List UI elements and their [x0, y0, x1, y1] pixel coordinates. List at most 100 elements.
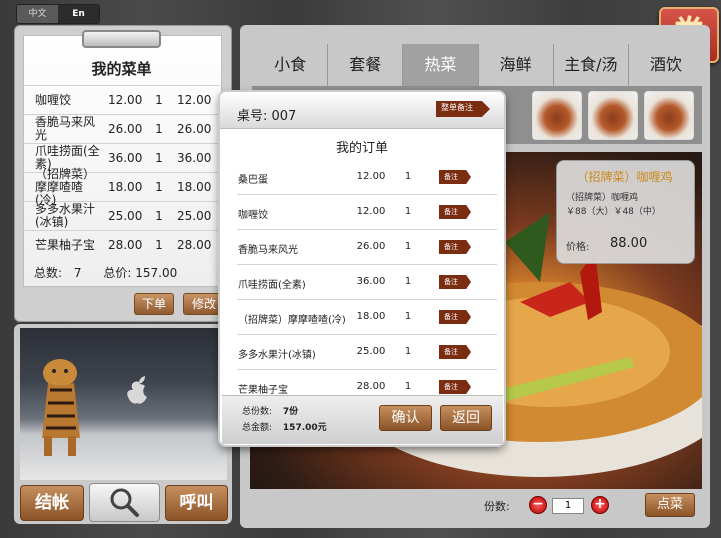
menu-row-qty: 1	[155, 122, 163, 136]
order-row-qty: 1	[404, 206, 412, 217]
checkout-button[interactable]: 结帐	[20, 485, 84, 521]
menu-row-price: 12.00	[107, 93, 143, 107]
order-row-note-button[interactable]: 备注	[439, 275, 471, 289]
tiger-wallpaper-image	[20, 328, 227, 480]
order-row-price: 28.00	[356, 381, 386, 392]
menu-list: 咖喱饺 12.00 1 12.00 香脆马来风光 26.00 1 26.00 爪…	[23, 85, 220, 259]
menu-row: （招牌菜）摩摩喳喳(冷) 18.00 1 18.00	[23, 167, 220, 206]
order-row-qty: 1	[404, 311, 412, 322]
order-row-price: 18.00	[356, 311, 386, 322]
menu-summary: 总数: 7 总价: 157.00	[34, 264, 177, 281]
dish-title: （招牌菜）咖喱鸡	[576, 170, 673, 184]
dish-price-label: 价格:	[566, 242, 590, 253]
lang-en-button[interactable]: En	[58, 5, 99, 23]
search-icon	[110, 488, 139, 517]
order-total: 总金额: 157.00元	[242, 420, 327, 433]
back-button[interactable]: 返回	[440, 405, 492, 431]
order-row-qty: 1	[404, 346, 412, 357]
tab-hot-dishes[interactable]: 热菜	[403, 44, 479, 86]
increase-quantity-button[interactable]: +	[591, 496, 609, 514]
decrease-quantity-button[interactable]: −	[529, 496, 547, 514]
tiger-icon	[42, 359, 147, 456]
order-row-name: 桑巴蛋	[238, 175, 268, 186]
order-list: 桑巴蛋 12.00 1 备注 咖喱饺 12.00 1 备注 香脆马来风光 26.…	[237, 160, 497, 404]
order-row-qty: 1	[404, 276, 412, 287]
menu-total-label: 总价:	[103, 266, 132, 280]
menu-row-qty: 1	[155, 151, 163, 165]
dish-thumbnail[interactable]	[644, 91, 694, 140]
confirm-button[interactable]: 确认	[379, 405, 432, 431]
menu-count-label: 总数:	[34, 266, 63, 280]
order-row: 香脆马来风光 26.00 1 备注	[237, 230, 497, 265]
menu-title: 我的菜单	[91, 60, 152, 78]
table-number: 桌号: 007	[237, 109, 297, 124]
order-row-price: 12.00	[356, 206, 386, 217]
menu-row-name: 芒果柚子宝	[35, 237, 96, 252]
order-row-note-button[interactable]: 备注	[439, 205, 471, 219]
menu-row: 香脆马来风光 26.00 1 26.00	[23, 114, 220, 143]
tab-drinks[interactable]: 酒饮	[629, 44, 703, 86]
order-count-value: 7份	[282, 407, 299, 417]
lang-zh-button[interactable]: 中文	[17, 5, 58, 23]
order-row: 桑巴蛋 12.00 1 备注	[237, 160, 497, 195]
order-row-price: 26.00	[356, 241, 386, 252]
dish-thumbnail[interactable]	[532, 91, 582, 140]
dish-price-line: （招牌菜）咖喱鸡	[566, 193, 639, 203]
menu-total-value: 157.00	[135, 266, 178, 280]
menu-row-total: 28.00	[176, 238, 212, 252]
quantity-label: 份数:	[484, 500, 510, 513]
quantity-input[interactable]: 1	[552, 498, 584, 514]
dish-thumbnail[interactable]	[588, 91, 638, 140]
menu-row-qty: 1	[155, 209, 163, 223]
order-row-qty: 1	[404, 241, 412, 252]
place-order-button[interactable]: 下单	[134, 293, 174, 315]
menu-row: 咖喱饺 12.00 1 12.00	[23, 85, 220, 114]
add-dish-button[interactable]: 点菜	[645, 493, 695, 517]
order-row-name: 多多水果汁(冰镇)	[238, 350, 316, 361]
order-row-price: 36.00	[356, 276, 386, 287]
order-row-name: 香脆马来风光	[238, 245, 298, 256]
order-row-price: 25.00	[356, 346, 386, 357]
order-row: 多多水果汁(冰镇) 25.00 1 备注	[237, 335, 497, 370]
menu-row-price: 36.00	[107, 151, 143, 165]
menu-count-value: 7	[73, 266, 82, 280]
menu-row-total: 26.00	[176, 122, 212, 136]
call-waiter-button[interactable]: 呼叫	[165, 485, 228, 521]
order-total-label: 总金额:	[242, 423, 273, 433]
order-count-label: 总份数:	[242, 407, 273, 417]
menu-row-name: 香脆马来风光	[35, 115, 96, 142]
menu-row: 多多水果汁(冰镇) 25.00 1 25.00	[23, 201, 220, 230]
order-row-note-button[interactable]: 备注	[439, 345, 471, 359]
tab-snacks[interactable]: 小食	[253, 44, 329, 86]
search-button[interactable]	[89, 483, 160, 522]
modify-order-button[interactable]: 修改	[183, 293, 225, 315]
clipboard-clip	[82, 30, 161, 48]
menu-row-total: 25.00	[176, 209, 212, 223]
menu-row-qty: 1	[155, 238, 163, 252]
order-total-value: 157.00元	[282, 423, 327, 433]
order-row-note-button[interactable]: 备注	[439, 170, 471, 184]
menu-row: 芒果柚子宝 28.00 1 28.00	[23, 230, 220, 259]
menu-row-name: 多多水果汁(冰镇)	[35, 202, 96, 229]
order-row-qty: 1	[404, 381, 412, 392]
order-row: 咖喱饺 12.00 1 备注	[237, 195, 497, 230]
menu-row-price: 18.00	[107, 180, 143, 194]
tab-set-meals[interactable]: 套餐	[328, 44, 404, 86]
order-row-name: （招牌菜）摩摩喳喳(冷)	[238, 315, 346, 326]
order-row-qty: 1	[404, 171, 412, 182]
order-row-name: 爪哇捞面(全素)	[238, 280, 306, 291]
language-toggle[interactable]: 中文 En	[16, 4, 100, 24]
menu-row-price: 26.00	[107, 122, 143, 136]
tab-seafood[interactable]: 海鲜	[479, 44, 554, 86]
dish-price-line: ￥88（大）￥48（中）	[566, 207, 661, 217]
whole-order-note-button[interactable]: 整单备注	[436, 101, 490, 117]
order-row-note-button[interactable]: 备注	[439, 240, 471, 254]
order-row-note-button[interactable]: 备注	[439, 310, 471, 324]
menu-row-total: 12.00	[176, 93, 212, 107]
order-count: 总份数: 7份	[242, 404, 298, 417]
menu-row-price: 25.00	[107, 209, 143, 223]
order-row-name: 咖喱饺	[238, 210, 268, 221]
menu-row-qty: 1	[155, 93, 163, 107]
order-row-note-button[interactable]: 备注	[439, 380, 471, 394]
tab-staple-soup[interactable]: 主食/汤	[554, 44, 629, 86]
